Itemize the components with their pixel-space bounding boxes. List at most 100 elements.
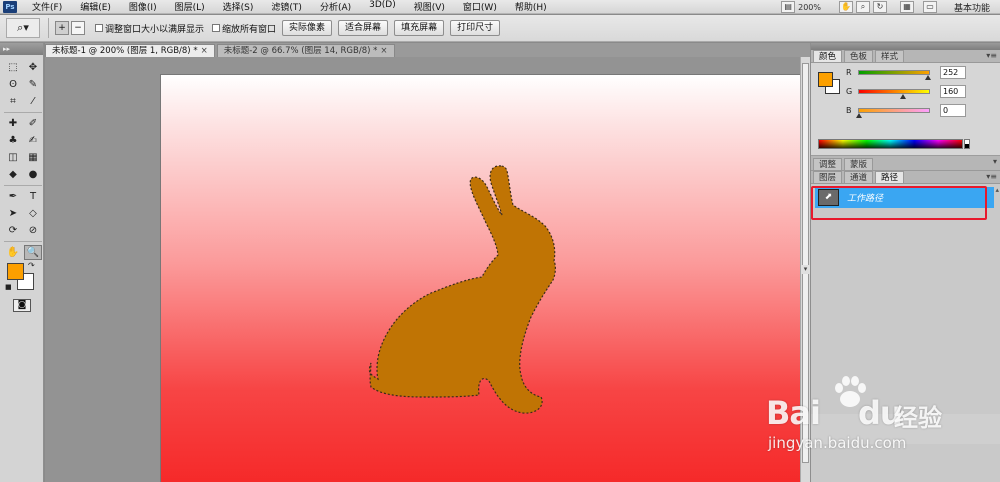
- zoom-in-icon[interactable]: +: [55, 21, 69, 35]
- rotate-view-icon[interactable]: ↻: [872, 1, 887, 13]
- channel-b-slider[interactable]: [856, 107, 930, 118]
- foreground-color-swatch[interactable]: [7, 263, 24, 280]
- zoom-icon[interactable]: ⌕: [855, 1, 870, 13]
- arrange-documents-icon[interactable]: ▦: [899, 1, 914, 13]
- workspace-switcher[interactable]: 基本功能: [954, 1, 990, 14]
- adjustments-menu-icon[interactable]: ▾: [993, 157, 997, 166]
- screen-mode-icon[interactable]: ▤: [781, 1, 796, 13]
- channel-r-slider[interactable]: [858, 69, 932, 80]
- paths-panel-menu-icon[interactable]: ▾≡: [986, 172, 997, 181]
- color-panel-foreground-swatch[interactable]: [818, 72, 833, 87]
- vertical-scrollbar-thumb[interactable]: [802, 63, 809, 463]
- fill-screen-button[interactable]: 填充屏幕: [394, 20, 445, 36]
- channel-g-input[interactable]: 160: [940, 84, 966, 98]
- panel-menu-icon[interactable]: ▾≡: [986, 51, 997, 60]
- tool-preset-picker[interactable]: ⌕▾: [6, 18, 40, 38]
- hand-icon[interactable]: ✋: [838, 1, 853, 13]
- hand-tool-icon[interactable]: ✋: [4, 245, 22, 260]
- dodge-tool-icon[interactable]: ●: [24, 167, 42, 182]
- vertical-scrollbar[interactable]: ▾: [800, 57, 810, 482]
- tab-styles[interactable]: 样式: [875, 50, 905, 62]
- tab-paths[interactable]: 路径: [875, 171, 905, 183]
- quick-select-tool-icon[interactable]: ✎: [24, 77, 42, 92]
- eyedropper-tool-icon[interactable]: ⁄: [24, 94, 42, 109]
- resize-windows-checkbox[interactable]: [95, 24, 103, 32]
- tab-channels[interactable]: 通道: [844, 171, 874, 183]
- menu-item-9[interactable]: 窗口(W): [453, 0, 505, 13]
- screen-mode-switch-icon[interactable]: ▭: [922, 1, 937, 13]
- path-selection-tool-icon[interactable]: ➤: [4, 206, 22, 221]
- default-colors-icon[interactable]: ■: [5, 283, 12, 291]
- eraser-tool-icon[interactable]: ◫: [4, 150, 22, 165]
- menu-item-7[interactable]: 3D(D): [359, 0, 404, 13]
- panel-resize-icon[interactable]: ▴: [995, 186, 999, 194]
- menu-item-10[interactable]: 帮助(H): [505, 0, 555, 13]
- menu-item-8[interactable]: 视图(V): [404, 0, 453, 13]
- menu-item-4[interactable]: 选择(S): [213, 0, 262, 13]
- channel-g-slider[interactable]: [858, 88, 930, 99]
- channel-b-slider-thumb[interactable]: [856, 112, 862, 118]
- toolbox-grip[interactable]: ▸▸: [0, 43, 43, 55]
- tab-masks[interactable]: 蒙版: [844, 158, 874, 170]
- close-icon[interactable]: ×: [201, 46, 208, 56]
- zoom-all-windows-option[interactable]: 缩放所有窗口: [212, 22, 276, 35]
- scroll-down-arrow-icon[interactable]: ▾: [801, 265, 810, 274]
- document-tab-1[interactable]: 未标题-1 @ 200% (图层 1, RGB/8) * ×: [45, 44, 215, 57]
- channel-row-r: R 252: [846, 65, 996, 80]
- paths-panel: ⬈ 工作路径 ▴: [811, 184, 1000, 444]
- 3d-rotate-tool-icon[interactable]: ⟳: [4, 223, 22, 238]
- move-tool-icon[interactable]: ✥: [24, 60, 42, 75]
- canvas-area[interactable]: [45, 57, 800, 482]
- panel-dock-grip[interactable]: [811, 43, 1000, 50]
- shape-tool-icon[interactable]: ◇: [24, 206, 42, 221]
- menu-item-1[interactable]: 编辑(E): [70, 0, 119, 13]
- rabbit-silhouette[interactable]: [161, 75, 800, 482]
- zoom-all-windows-checkbox[interactable]: [212, 24, 221, 32]
- type-tool-icon[interactable]: T: [24, 189, 42, 204]
- tab-color[interactable]: 颜色: [813, 50, 843, 62]
- marquee-tool-icon[interactable]: ⬚: [4, 60, 22, 75]
- gradient-tool-icon[interactable]: ▦: [24, 150, 42, 165]
- menu-item-3[interactable]: 图层(L): [165, 0, 213, 13]
- print-size-button[interactable]: 打印尺寸: [450, 20, 501, 36]
- brush-tool-icon[interactable]: ✐: [24, 116, 42, 131]
- menu-item-5[interactable]: 滤镜(T): [261, 0, 310, 13]
- blur-tool-icon[interactable]: ◆: [4, 167, 22, 182]
- channel-b-label: B: [846, 105, 852, 115]
- color-spectrum-ramp[interactable]: [818, 139, 963, 149]
- menu-item-2[interactable]: 图像(I): [119, 0, 165, 13]
- black-white-ramp[interactable]: [964, 139, 970, 149]
- tab-adjustments[interactable]: 调整: [813, 158, 843, 170]
- 3d-orbit-tool-icon[interactable]: ⊘: [24, 223, 42, 238]
- lasso-tool-icon[interactable]: ʘ: [4, 77, 22, 92]
- actual-pixels-button[interactable]: 实际像素: [282, 20, 333, 36]
- tab-layers[interactable]: 图层: [813, 171, 843, 183]
- crop-tool-icon[interactable]: ⌗: [4, 94, 22, 109]
- document-canvas[interactable]: [160, 74, 800, 482]
- channel-b-input[interactable]: 0: [940, 103, 966, 117]
- swap-colors-icon[interactable]: ↷: [28, 261, 35, 270]
- menu-item-6[interactable]: 分析(A): [310, 0, 359, 13]
- rabbit-shape-path: [368, 165, 556, 414]
- zoom-level-value[interactable]: 200%: [798, 3, 821, 12]
- adjustments-panel-tabs: 调整 蒙版 ▾: [811, 156, 1000, 171]
- history-brush-tool-icon[interactable]: ✍: [24, 133, 42, 148]
- channel-r-slider-thumb[interactable]: [925, 74, 932, 80]
- document-tab-2[interactable]: 未标题-2 @ 66.7% (图层 14, RGB/8) * ×: [216, 44, 395, 57]
- fit-screen-button[interactable]: 适合屏幕: [338, 20, 389, 36]
- zoom-out-icon[interactable]: −: [71, 21, 85, 35]
- clone-stamp-tool-icon[interactable]: ♣: [4, 133, 22, 148]
- tool-divider: [4, 241, 42, 242]
- zoom-tool-icon[interactable]: 🔍: [24, 245, 42, 260]
- right-panel-dock: 颜色 色板 样式 ▾≡ R 252 G 160 B 0 调整 蒙版 ▾ 图层 通: [810, 43, 1000, 482]
- resize-windows-option[interactable]: 调整窗口大小以满屏显示: [95, 22, 204, 35]
- channel-r-label: R: [846, 67, 852, 77]
- menu-item-0[interactable]: 文件(F): [22, 0, 70, 13]
- close-icon[interactable]: ×: [380, 46, 387, 56]
- healing-brush-tool-icon[interactable]: ✚: [4, 116, 22, 131]
- tab-swatches[interactable]: 色板: [844, 50, 874, 62]
- channel-r-input[interactable]: 252: [940, 65, 966, 79]
- pen-tool-icon[interactable]: ✒: [4, 189, 22, 204]
- channel-g-slider-thumb[interactable]: [899, 93, 906, 99]
- quick-mask-icon[interactable]: ◙: [13, 299, 31, 312]
